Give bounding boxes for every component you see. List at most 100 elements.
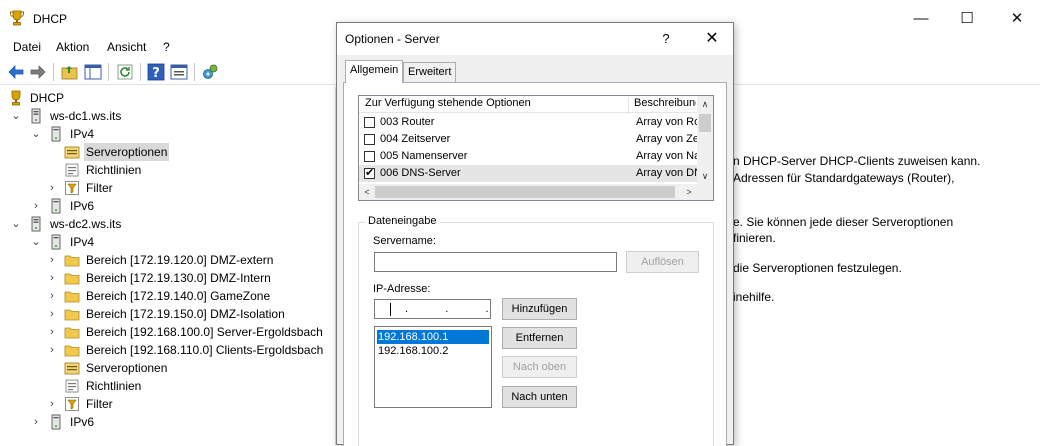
scroll-right-icon[interactable]: > [681,184,697,200]
chevron-down-icon[interactable]: ⌄ [30,125,42,143]
tree-s2-richtlinien[interactable]: Richtlinien [46,377,316,395]
resolve-button[interactable]: Auflösen [626,251,699,273]
dialog-help-button[interactable]: ? [655,28,677,50]
chevron-down-icon[interactable]: ⌄ [30,233,42,251]
column-header-description[interactable]: Beschreibung [634,97,696,109]
chevron-right-icon[interactable]: › [46,269,58,287]
option-checkbox[interactable] [364,117,375,128]
tree-scope[interactable]: › Bereich [172.19.130.0] DMZ-Intern [46,269,334,287]
tree-s2-filter[interactable]: › Filter [46,395,316,413]
remove-button[interactable]: Entfernen [502,327,577,349]
refresh-icon[interactable] [116,63,134,81]
ip-address-list[interactable]: 192.168.100.1 192.168.100.2 [374,326,492,408]
chevron-right-icon[interactable]: › [46,287,58,305]
option-checkbox[interactable] [364,151,375,162]
option-checkbox-checked[interactable]: ✔ [364,167,375,179]
tree-label: ws-dc1.ws.its [50,109,122,123]
vertical-scrollbar[interactable]: ∧ ∨ [697,96,713,184]
scroll-down-icon[interactable]: ∨ [697,168,713,184]
chevron-right-icon[interactable]: › [46,251,58,269]
menu-datei[interactable]: Datei [13,40,41,54]
tree-s1-ipv4[interactable]: ⌄ IPv4 [30,125,310,143]
tree-s1-serveroptionen[interactable]: Serveroptionen [46,143,316,161]
tree-scope[interactable]: › Bereich [192.168.110.0] Clients-Ergold… [46,341,334,359]
tab-allgemein[interactable]: Allgemein [345,60,404,83]
ip-list-item[interactable]: 192.168.100.2 [377,344,489,358]
option-row[interactable]: 005 Namenserver Array von Na [359,148,697,165]
ipv6-icon [48,414,64,430]
scroll-left-icon[interactable]: < [359,184,375,200]
show-hide-tree-icon[interactable] [84,63,102,81]
chevron-right-icon[interactable]: › [46,395,58,413]
tree-label: Bereich [172.19.140.0] GameZone [86,289,271,303]
maximize-button[interactable]: ☐ [944,0,990,38]
forward-arrow-icon[interactable] [29,63,47,81]
chevron-down-icon[interactable]: ⌄ [10,215,22,233]
tree-s1-ipv6[interactable]: › IPv6 [30,197,310,215]
tree-scope[interactable]: › Bereich [172.19.120.0] DMZ-extern [46,251,334,269]
properties-icon[interactable] [170,63,188,81]
tree-s1-richtlinien[interactable]: Richtlinien [46,161,316,179]
option-row[interactable]: 004 Zeitserver Array von Ze [359,131,697,148]
menu-help[interactable]: ? [163,40,170,54]
tab-erweitert[interactable]: Erweitert [403,62,457,82]
option-name: 003 Router [380,116,435,128]
chevron-down-icon[interactable]: ⌄ [10,107,22,125]
dialog-close-button[interactable]: ✕ [697,28,727,50]
tree-server-2[interactable]: ⌄ ws-dc2.ws.its [10,215,310,233]
add-button[interactable]: Hinzufügen [502,298,577,320]
column-header-options[interactable]: Zur Verfügung stehende Optionen [365,97,531,109]
minimize-button[interactable]: — [898,0,944,38]
option-row[interactable]: 003 Router Array von Ro [359,114,697,131]
tree-scope[interactable]: › Bereich [172.19.140.0] GameZone [46,287,334,305]
menu-ansicht[interactable]: Ansicht [107,40,146,54]
scrollbar-thumb[interactable] [699,114,711,132]
tree-label: ws-dc2.ws.its [50,217,122,231]
details-text-line: die Serveroptionen festzulegen. [733,261,902,275]
scrollbar-thumb[interactable] [375,186,675,198]
tree-scope[interactable]: › Bereich [172.19.150.0] DMZ-Isolation [46,305,334,323]
tree-label: Richtlinien [86,379,142,393]
menu-aktion[interactable]: Aktion [56,40,89,54]
chevron-right-icon[interactable]: › [46,323,58,341]
horizontal-scrollbar[interactable]: < > [359,184,697,200]
tree-label: IPv4 [70,127,95,141]
dialog-title: Optionen - Server [345,32,440,46]
available-options-list[interactable]: Zur Verfügung stehende Optionen Beschrei… [358,95,714,201]
back-arrow-icon[interactable] [7,63,25,81]
chevron-right-icon[interactable]: › [30,413,42,431]
folder-icon [64,342,80,358]
tree-label: Richtlinien [86,163,142,177]
toolbar-separator [194,63,195,81]
scrollbar-corner [697,184,713,200]
ip-list-item-selected[interactable]: 192.168.100.1 [377,330,489,344]
toolbar-separator [53,63,54,81]
tree-server-1[interactable]: ⌄ ws-dc1.ws.its [10,107,310,125]
chevron-right-icon[interactable]: › [46,179,58,197]
ip-address-input[interactable]: . . . [374,299,491,319]
dhcp-server-icon[interactable] [201,63,219,81]
chevron-right-icon[interactable]: › [46,341,58,359]
scroll-up-icon[interactable]: ∧ [697,96,713,112]
toolbar-separator [108,63,109,81]
move-up-button[interactable]: Nach oben [502,356,577,378]
option-name: 004 Zeitserver [380,133,451,145]
move-down-button[interactable]: Nach unten [502,386,577,408]
chevron-right-icon[interactable]: › [30,197,42,215]
column-divider[interactable] [628,97,629,114]
tree-s2-ipv4[interactable]: ⌄ IPv4 [30,233,310,251]
tree-s2-ipv6[interactable]: › IPv6 [30,413,310,431]
tree-scope[interactable]: › Bereich [192.168.100.0] Server-Ergolds… [46,323,334,341]
servername-input[interactable] [374,252,617,272]
tree-s2-serveroptionen[interactable]: Serveroptionen [46,359,316,377]
chevron-right-icon[interactable]: › [46,305,58,323]
option-row-selected[interactable]: ✔ 006 DNS-Server Array von DN [359,165,697,182]
up-folder-icon[interactable] [61,63,79,81]
close-button[interactable]: ✕ [994,0,1040,38]
tree-root-dhcp[interactable]: DHCP [8,89,308,107]
help-icon[interactable]: ? [147,63,165,81]
option-checkbox[interactable] [364,134,375,145]
tree-label: Filter [86,181,113,195]
tree-s1-filter[interactable]: › Filter [46,179,316,197]
tree-label: Bereich [172.19.130.0] DMZ-Intern [86,271,271,285]
